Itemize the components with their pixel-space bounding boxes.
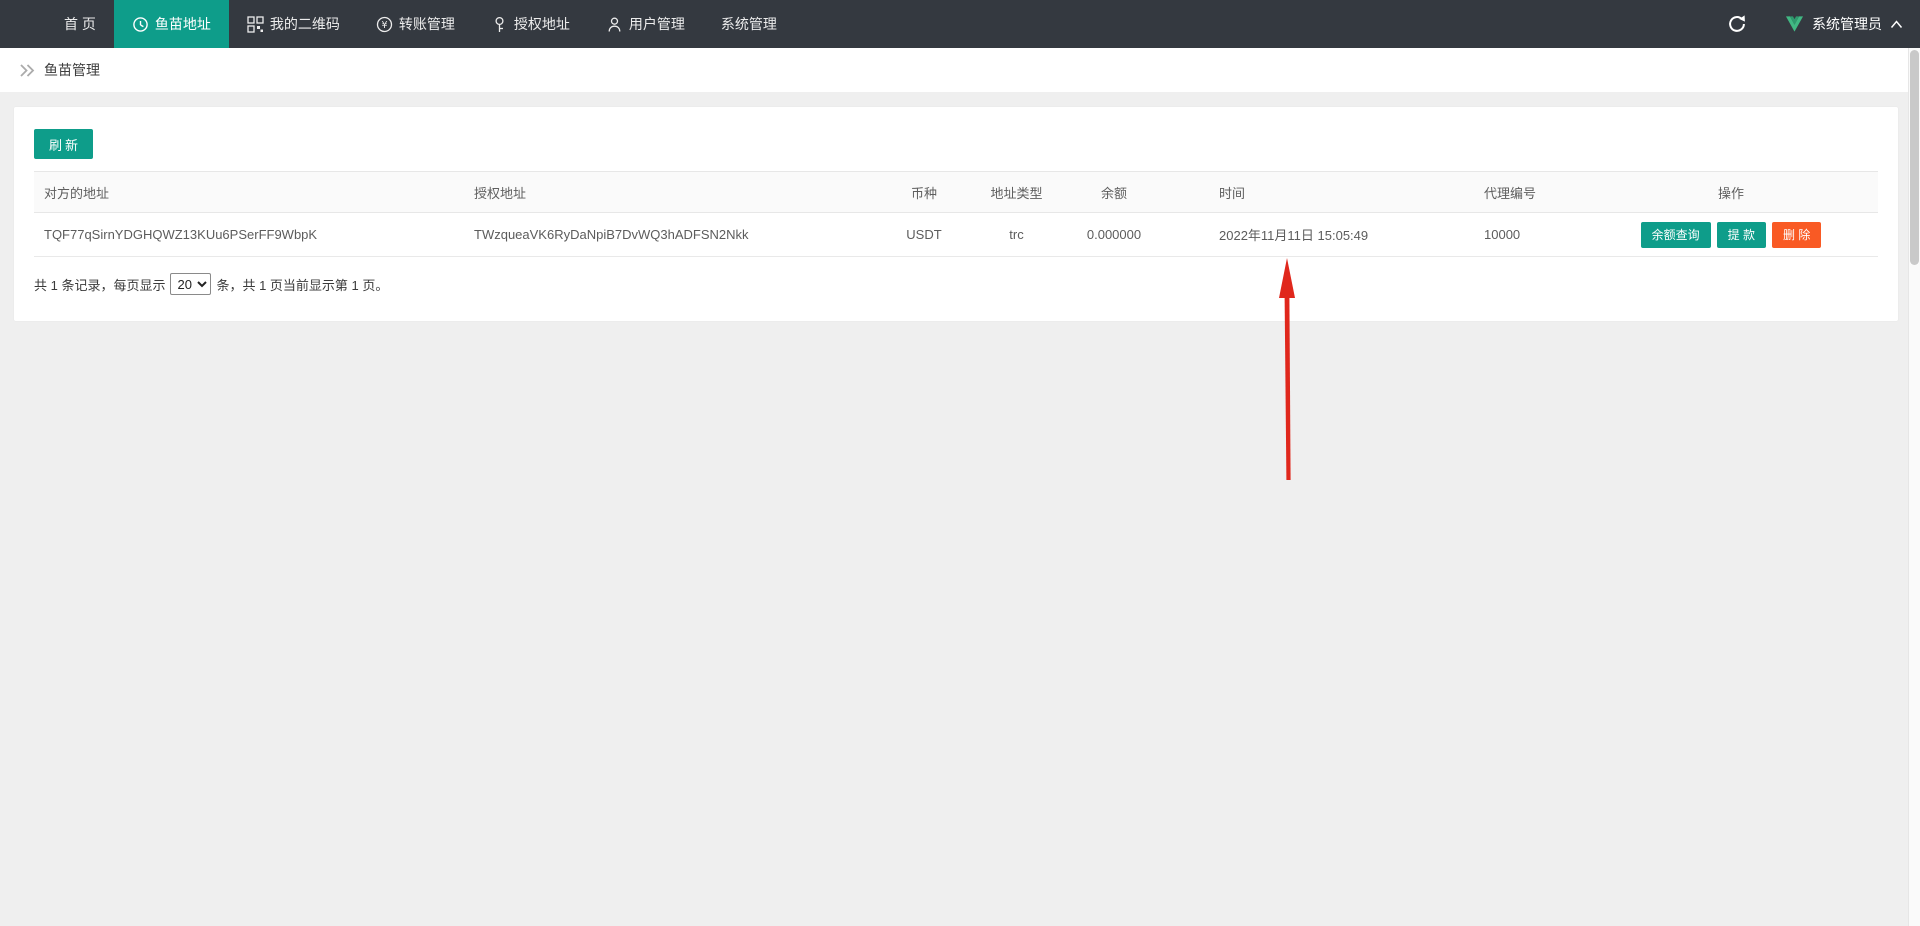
- col-header-time: 时间: [1164, 172, 1474, 213]
- nav-item-transfer-mgmt[interactable]: ¥ 转账管理: [358, 0, 473, 48]
- nav-item-label: 转账管理: [399, 14, 455, 34]
- cell-currency: USDT: [879, 213, 969, 257]
- pagination-bar: 共 1 条记录，每页显示 20 条，共 1 页当前显示第 1 页。: [34, 273, 1878, 295]
- cell-auth-address: TWzqueaVK6RyDaNpiB7DvWQ3hADFSN2Nkk: [464, 213, 879, 257]
- nav-item-label: 鱼苗地址: [155, 14, 211, 34]
- nav-item-system-mgmt[interactable]: 系统管理: [703, 0, 795, 48]
- col-header-address-type: 地址类型: [969, 172, 1064, 213]
- vertical-scrollbar: [1908, 48, 1920, 926]
- col-header-actions: 操作: [1584, 172, 1878, 213]
- cell-address-type: trc: [969, 213, 1064, 257]
- yen-circle-icon: ¥: [376, 16, 393, 33]
- svg-text:¥: ¥: [381, 20, 387, 31]
- qrcode-icon: [247, 16, 264, 33]
- fish-address-table: 对方的地址 授权地址 币种 地址类型 余额 时间 代理编号 操作 TQF77qS…: [34, 171, 1878, 257]
- refresh-button[interactable]: 刷新: [34, 129, 93, 159]
- col-header-balance: 余额: [1064, 172, 1164, 213]
- top-nav: 首 页 鱼苗地址 我的二维码 ¥ 转账管理 授权地址 用户管理 系统管理: [0, 0, 1920, 48]
- reload-icon[interactable]: [1727, 14, 1747, 34]
- nav-item-label: 系统管理: [721, 14, 777, 34]
- nav-right-section: 系统管理员: [1727, 0, 1903, 48]
- nav-item-label: 我的二维码: [270, 14, 340, 34]
- chevron-up-icon: [1890, 20, 1903, 29]
- cell-agent-no: 10000: [1474, 213, 1584, 257]
- user-menu[interactable]: 系统管理员: [1785, 14, 1903, 34]
- page-size-select[interactable]: 20: [170, 273, 211, 295]
- col-header-agent-no: 代理编号: [1474, 172, 1584, 213]
- page-title: 鱼苗管理: [44, 60, 100, 80]
- nav-item-label: 用户管理: [629, 14, 685, 34]
- cell-balance: 0.000000: [1064, 213, 1164, 257]
- key-icon: [491, 16, 508, 33]
- double-chevron-right-icon: [19, 63, 36, 78]
- col-header-auth-address: 授权地址: [464, 172, 879, 213]
- withdraw-button[interactable]: 提 款: [1717, 222, 1766, 248]
- user-icon: [606, 16, 623, 33]
- scrollbar-thumb[interactable]: [1910, 50, 1919, 265]
- pagination-suffix-text: 条，共 1 页当前显示第 1 页。: [216, 275, 388, 294]
- col-header-currency: 币种: [879, 172, 969, 213]
- table-row: TQF77qSirnYDGHQWZ13KUu6PSerFF9WbpK TWzqu…: [34, 213, 1878, 257]
- user-name: 系统管理员: [1812, 14, 1882, 34]
- breadcrumb: 鱼苗管理: [0, 48, 1920, 92]
- table-header-row: 对方的地址 授权地址 币种 地址类型 余额 时间 代理编号 操作: [34, 172, 1878, 213]
- nav-item-my-qrcode[interactable]: 我的二维码: [229, 0, 358, 48]
- nav-item-label: 首 页: [64, 14, 96, 34]
- fish-address-card: 刷新 对方的地址 授权地址 币种 地址类型 余额 时间 代理编号 操作 TQF7…: [13, 106, 1899, 322]
- balance-query-button[interactable]: 余额查询: [1641, 222, 1711, 248]
- history-circle-icon: [132, 16, 149, 33]
- cell-time: 2022年11月11日 15:05:49: [1164, 213, 1474, 257]
- nav-item-home[interactable]: 首 页: [46, 0, 114, 48]
- vue-logo-icon: [1785, 15, 1804, 33]
- nav-item-fish-address[interactable]: 鱼苗地址: [114, 0, 229, 48]
- nav-item-auth-address[interactable]: 授权地址: [473, 0, 588, 48]
- nav-item-label: 授权地址: [514, 14, 570, 34]
- cell-peer-address: TQF77qSirnYDGHQWZ13KUu6PSerFF9WbpK: [34, 213, 464, 257]
- pagination-prefix-text: 共 1 条记录，每页显示: [34, 275, 165, 294]
- cell-actions: 余额查询 提 款 删 除: [1584, 213, 1878, 257]
- col-header-peer-address: 对方的地址: [34, 172, 464, 213]
- delete-button[interactable]: 删 除: [1772, 222, 1821, 248]
- nav-item-user-mgmt[interactable]: 用户管理: [588, 0, 703, 48]
